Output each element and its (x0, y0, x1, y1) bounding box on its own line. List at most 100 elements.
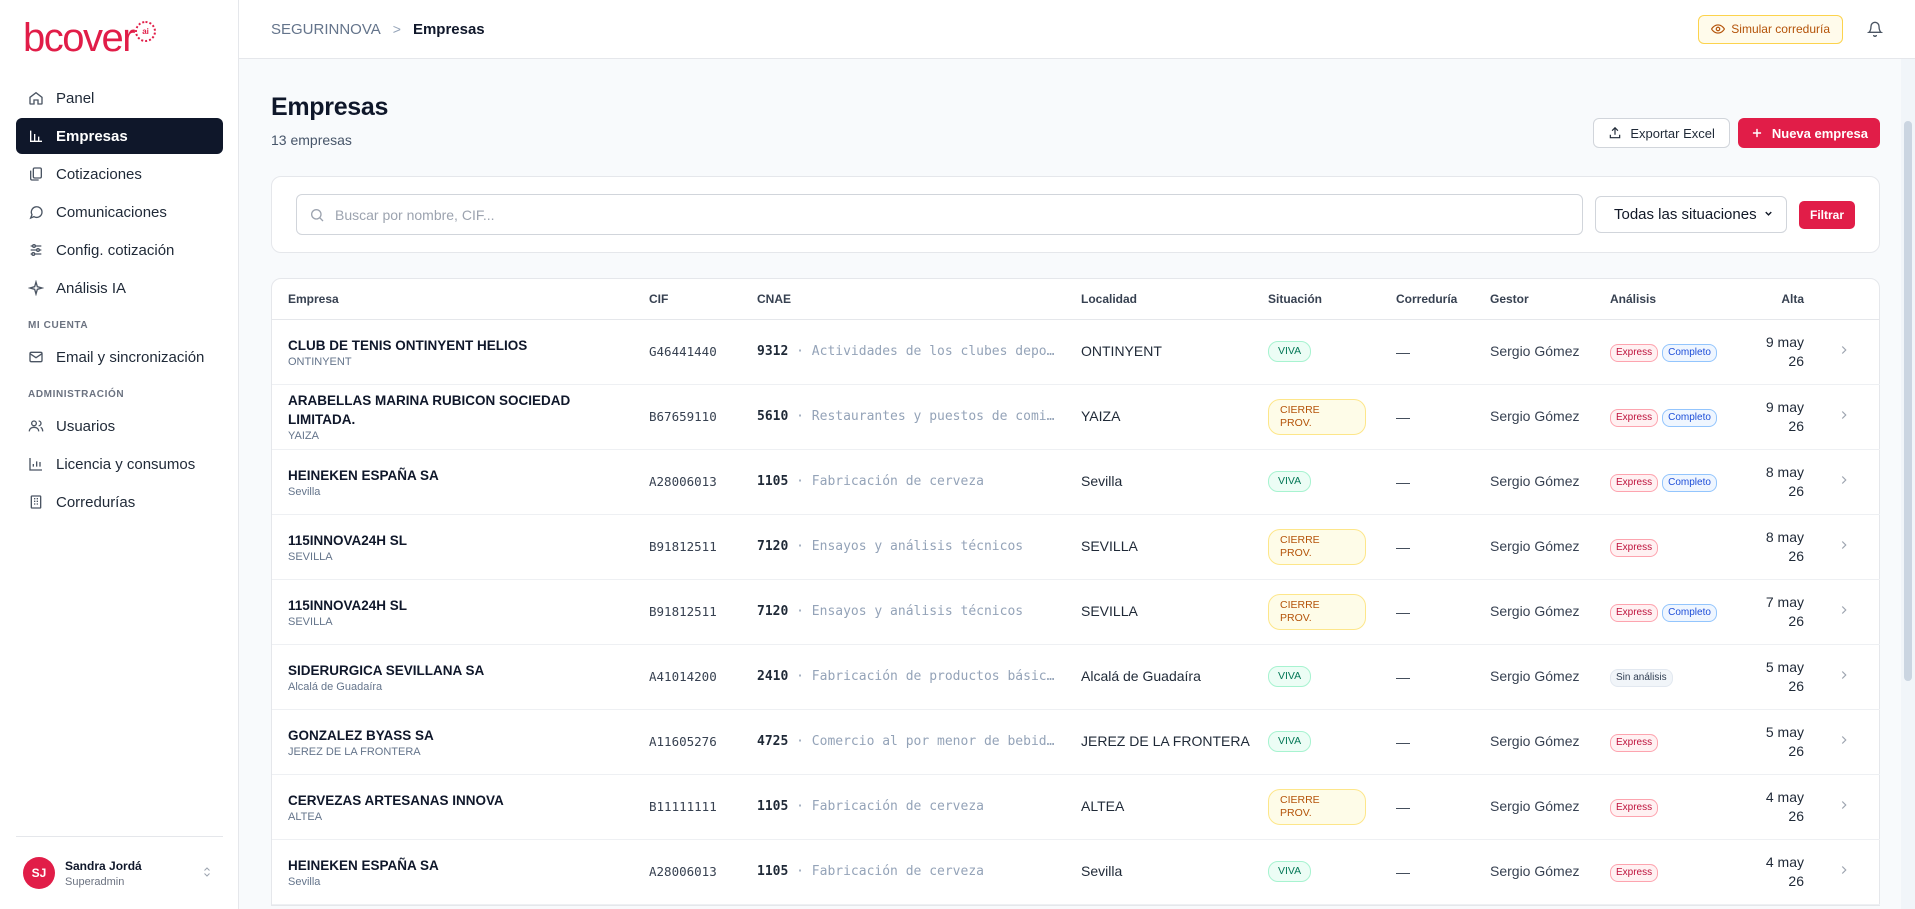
sidebar-item-panel[interactable]: Panel (16, 80, 223, 116)
alta-date: 9 may 26 (1765, 333, 1804, 369)
column-header-situacion[interactable]: Situación (1252, 279, 1380, 320)
topbar: SEGURINNOVA > Empresas Simular corredurí… (239, 0, 1915, 59)
sidebar-item-config-cotizacion[interactable]: Config. cotización (16, 232, 223, 268)
table-row[interactable]: GONZALEZ BYASS SA JEREZ DE LA FRONTERA A11… (272, 709, 1880, 775)
simulate-label: Simular correduría (1731, 22, 1830, 36)
company-name[interactable]: GONZALEZ BYASS SA (288, 726, 633, 745)
company-name[interactable]: 115INNOVA24H SL (288, 596, 633, 615)
cell-empresa: 115INNOVA24H SL SEVILLA (272, 514, 633, 580)
company-name[interactable]: HEINEKEN ESPAÑA SA (288, 856, 633, 875)
column-header-analisis[interactable]: Análisis (1594, 279, 1732, 320)
column-header-localidad[interactable]: Localidad (1065, 279, 1252, 320)
analysis-tag-completo: Completo (1662, 473, 1717, 492)
cnae-description: · Restaurantes y puestos de comi… (788, 409, 1055, 424)
cell-cnae: 2410 · Fabricación de productos básic… (741, 644, 1065, 710)
company-name[interactable]: ARABELLAS MARINA RUBICON SOCIEDAD LIMITA… (288, 391, 633, 429)
table-row[interactable]: ARABELLAS MARINA RUBICON SOCIEDAD LIMITA… (272, 384, 1880, 450)
column-header-cnae[interactable]: CNAE (741, 279, 1065, 320)
sidebar-item-licencia[interactable]: Licencia y consumos (16, 446, 223, 482)
companies-table: Empresa CIF CNAE Localidad Situación Cor… (272, 279, 1880, 905)
cell-alta: 9 may 26 (1732, 384, 1808, 450)
filter-button[interactable]: Filtrar (1798, 200, 1855, 229)
table-row[interactable]: HEINEKEN ESPAÑA SA Sevilla A28006013 1105 ·… (272, 449, 1880, 515)
company-name[interactable]: 115INNOVA24H SL (288, 531, 633, 550)
chevron-right-icon[interactable] (1808, 579, 1880, 645)
company-name[interactable]: SIDERURGICA SEVILLANA SA (288, 661, 633, 680)
chevron-right-icon[interactable] (1808, 514, 1880, 580)
table-row[interactable]: CERVEZAS ARTESANAS INNOVA ALTEA B11111111 1… (272, 774, 1880, 840)
brand-logo[interactable]: bcover ai (23, 18, 157, 58)
sidebar-item-label: Licencia y consumos (56, 455, 196, 473)
column-header-empresa[interactable]: Empresa (272, 279, 633, 320)
cell-situacion: CIERRE PROV. (1252, 384, 1380, 450)
sidebar-item-empresas[interactable]: Empresas (16, 118, 223, 154)
alta-date: 5 may 26 (1765, 658, 1804, 694)
scrollbar-thumb[interactable] (1904, 121, 1912, 681)
new-company-button[interactable]: Nueva empresa (1737, 118, 1880, 148)
localidad-text: Alcalá de Guadaíra (1081, 668, 1201, 684)
breadcrumb-root[interactable]: SEGURINNOVA (271, 21, 381, 38)
column-header-correduria[interactable]: Correduría (1380, 279, 1474, 320)
table-row[interactable]: 115INNOVA24H SL SEVILLA B91812511 7120 · En… (272, 514, 1880, 580)
chevron-right-icon[interactable] (1808, 449, 1880, 515)
filter-bar: Todas las situaciones Filtrar (271, 176, 1880, 253)
bell-icon[interactable] (1867, 21, 1883, 37)
cell-localidad: Sevilla (1065, 449, 1252, 515)
gestor-name: Sergio Gómez (1490, 733, 1580, 749)
breadcrumb-current: Empresas (412, 20, 485, 38)
simulate-correduria-button[interactable]: Simular correduría (1698, 14, 1843, 44)
chevron-right-icon[interactable] (1808, 774, 1880, 840)
sparkle-icon (28, 280, 44, 296)
export-label: Exportar Excel (1630, 125, 1715, 141)
copy-icon (28, 166, 44, 182)
sidebar-item-cotizaciones[interactable]: Cotizaciones (16, 156, 223, 192)
sidebar-item-analisis-ia[interactable]: Análisis IA (16, 270, 223, 306)
cell-cif: A41014200 (633, 644, 741, 710)
chevron-right-icon[interactable] (1808, 384, 1880, 450)
scrollbar[interactable] (1901, 59, 1915, 909)
chevron-right-icon[interactable] (1808, 839, 1880, 905)
sidebar-item-corredurias[interactable]: Corredurías (16, 484, 223, 520)
table-row[interactable]: HEINEKEN ESPAÑA SA Sevilla A28006013 1105 ·… (272, 839, 1880, 905)
export-excel-button[interactable]: Exportar Excel (1593, 118, 1730, 148)
table-row[interactable]: CLUB DE TENIS ONTINYENT HELIOS ONTINYENT G… (272, 319, 1880, 385)
sidebar-item-label: Comunicaciones (56, 203, 167, 221)
localidad-text: ONTINYENT (1081, 343, 1162, 359)
chevron-right-icon[interactable] (1808, 644, 1880, 710)
table-row[interactable]: SIDERURGICA SEVILLANA SA Alcalá de Guadaí… (272, 644, 1880, 710)
company-name[interactable]: HEINEKEN ESPAÑA SA (288, 466, 633, 485)
table-row[interactable]: 115INNOVA24H SL SEVILLA B91812511 7120 · En… (272, 579, 1880, 645)
situation-select[interactable]: Todas las situaciones (1594, 196, 1787, 233)
sidebar-item-usuarios[interactable]: Usuarios (16, 408, 223, 444)
company-name[interactable]: CLUB DE TENIS ONTINYENT HELIOS (288, 336, 633, 355)
nav-section-admin: ADMINISTRACIÓN (28, 389, 125, 400)
cell-situacion: CIERRE PROV. (1252, 579, 1380, 645)
cell-gestor: Sergio Gómez (1474, 709, 1594, 775)
analysis-tag-express: Express (1610, 408, 1659, 427)
gestor-name: Sergio Gómez (1490, 668, 1580, 684)
sidebar-item-label: Config. cotización (56, 241, 175, 259)
localidad-text: SEVILLA (1081, 538, 1138, 554)
cell-correduria: — (1380, 579, 1474, 645)
sidebar-item-email-sync[interactable]: Email y sincronización (16, 339, 223, 375)
column-header-gestor[interactable]: Gestor (1474, 279, 1594, 320)
cnae-code: 1105 (757, 864, 789, 879)
cell-localidad: SEVILLA (1065, 514, 1252, 580)
cell-correduria: — (1380, 839, 1474, 905)
sidebar-item-label: Empresas (56, 127, 128, 145)
cell-gestor: Sergio Gómez (1474, 839, 1594, 905)
avatar: SJ (23, 857, 55, 889)
analysis-tag-express: Express (1610, 733, 1659, 752)
cnae-code: 2410 (757, 669, 789, 684)
company-name[interactable]: CERVEZAS ARTESANAS INNOVA (288, 791, 633, 810)
column-header-cif[interactable]: CIF (633, 279, 741, 320)
column-header-alta[interactable]: Alta (1732, 279, 1808, 320)
sidebar-item-comunicaciones[interactable]: Comunicaciones (16, 194, 223, 230)
cell-cnae: 7120 · Ensayos y análisis técnicos (741, 514, 1065, 580)
search-input[interactable] (335, 206, 1570, 223)
cell-alta: 9 may 26 (1732, 319, 1808, 385)
user-menu[interactable]: SJ Sandra Jordá Superadmin (16, 836, 223, 889)
chevron-right-icon[interactable] (1808, 709, 1880, 775)
chevron-right-icon[interactable] (1808, 319, 1880, 385)
cell-cnae: 1105 · Fabricación de cerveza (741, 839, 1065, 905)
